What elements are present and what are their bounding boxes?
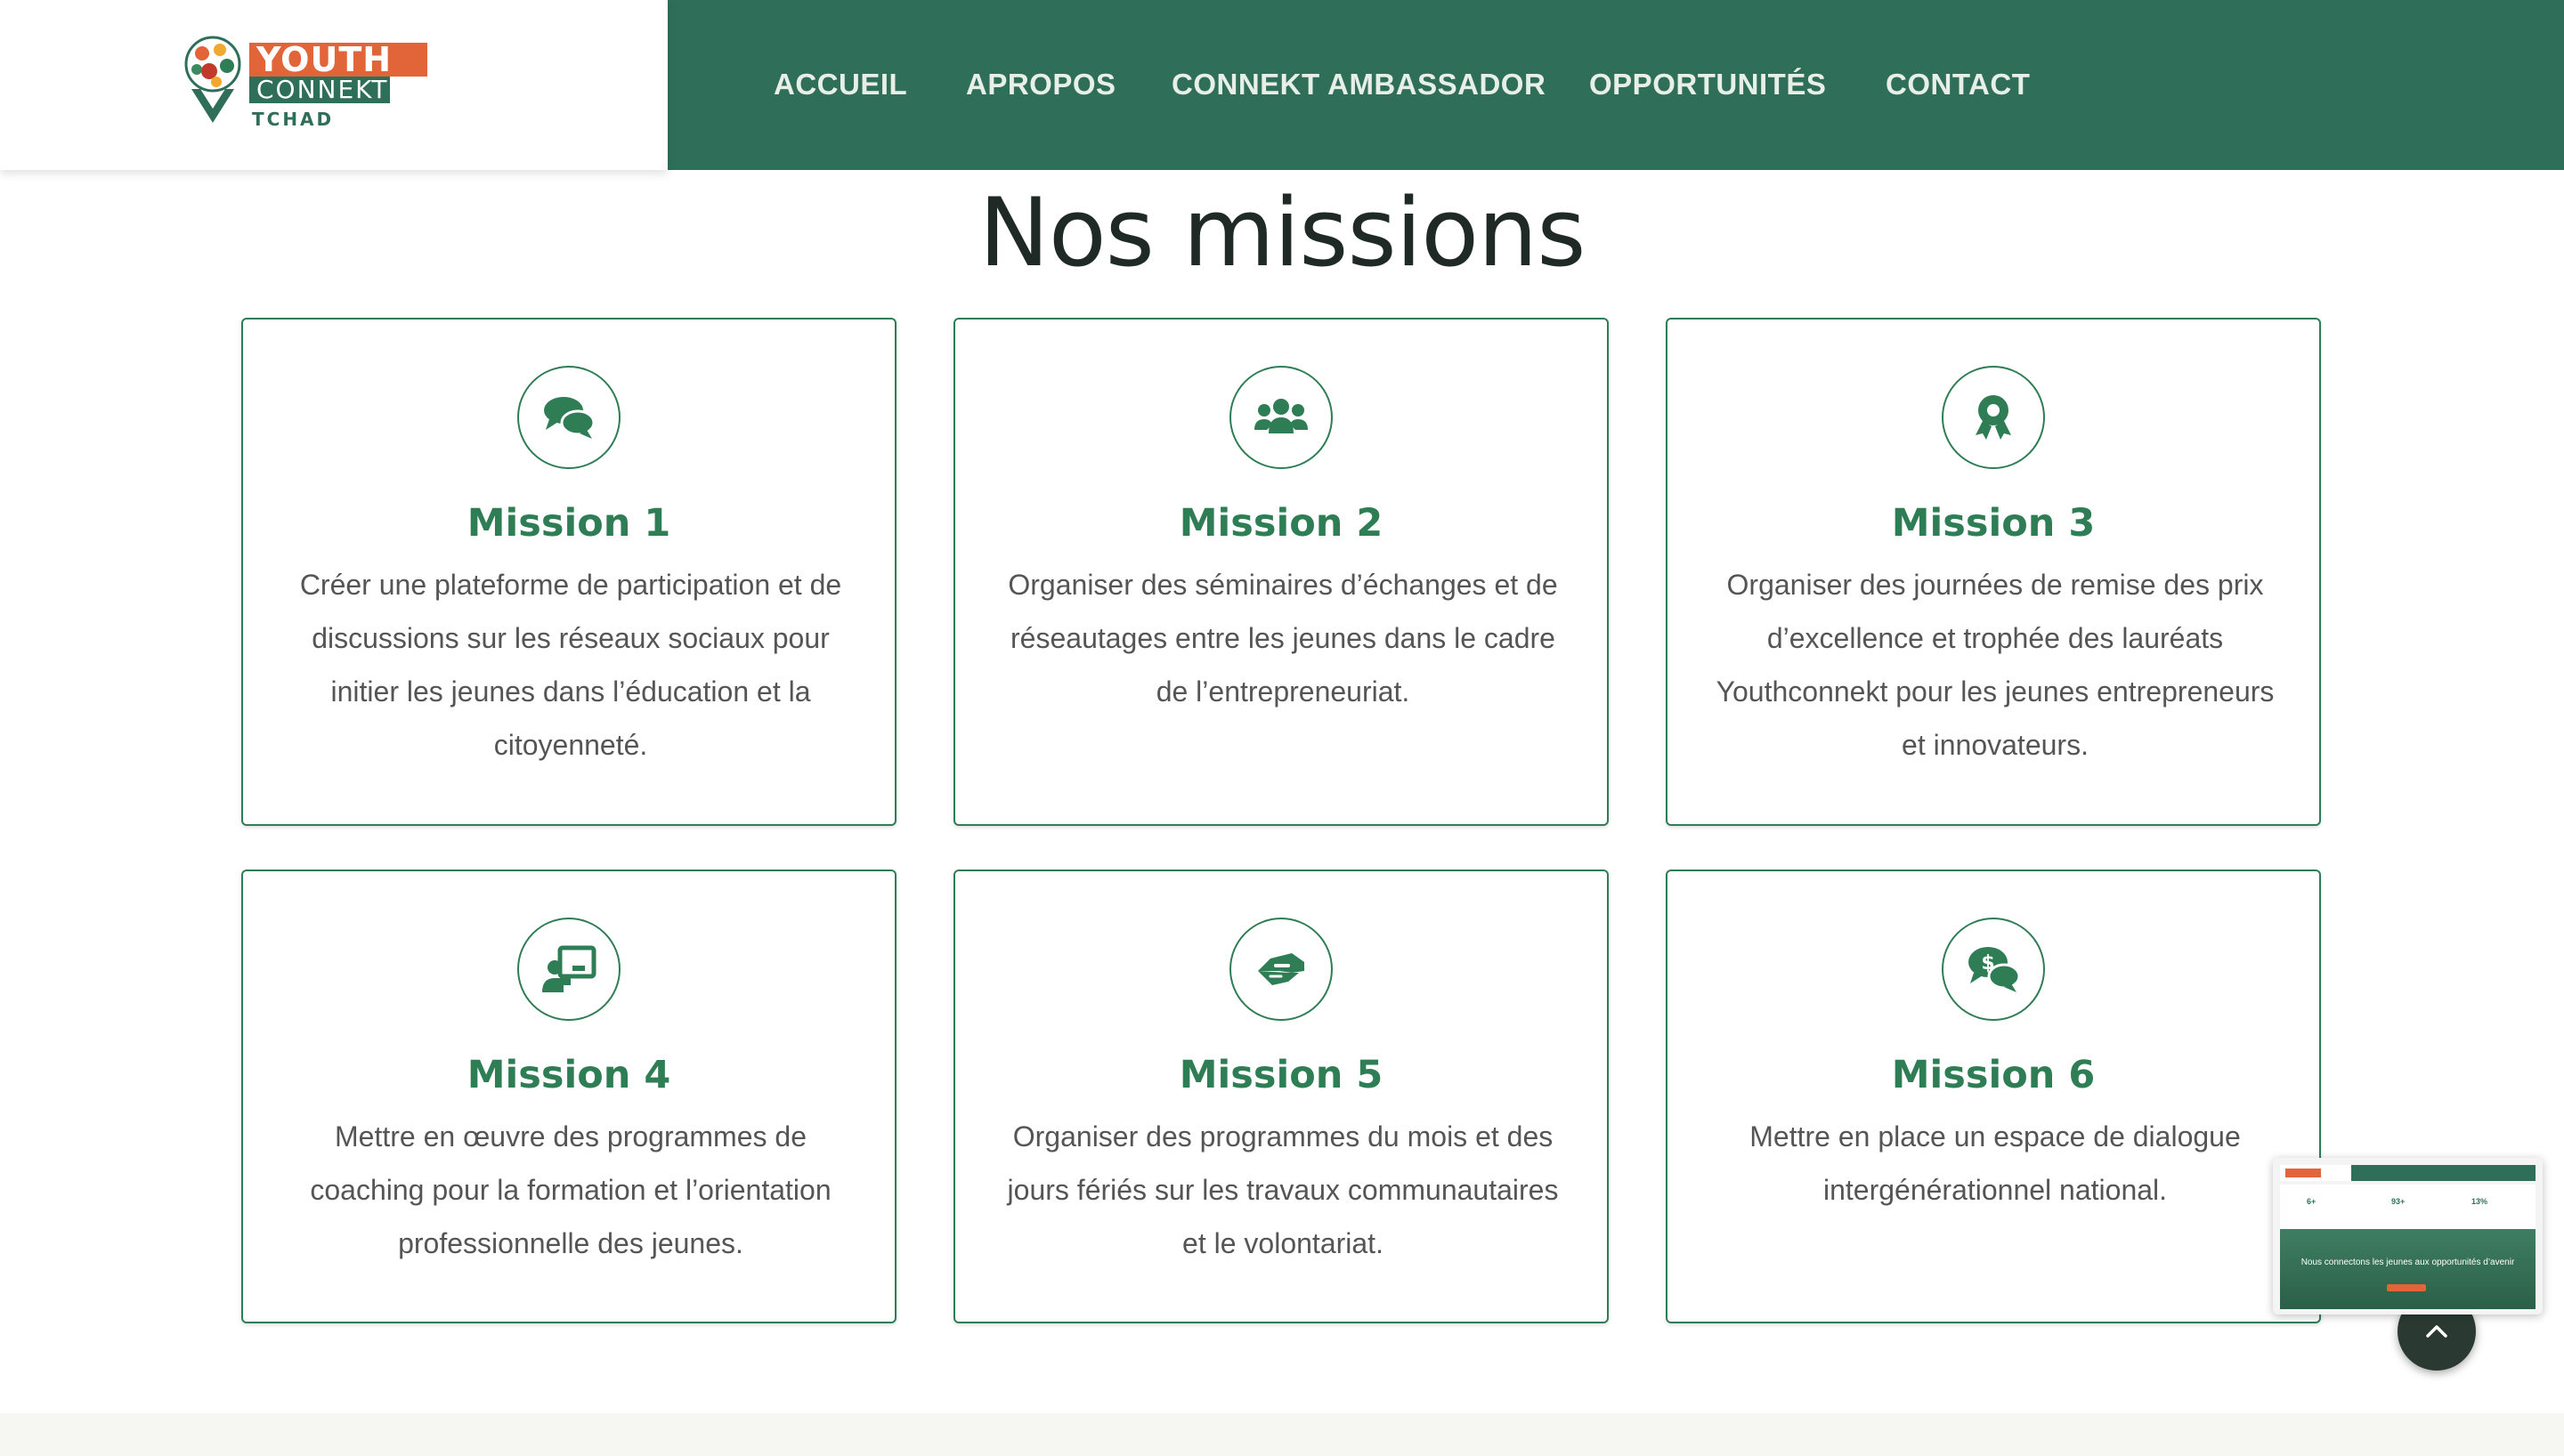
mission-title: Mission 2 (1179, 501, 1383, 546)
award-icon (1976, 395, 2011, 440)
svg-text:$: $ (1981, 952, 1994, 975)
site-header: YOUTH CONNEKT TCHAD ACCUEIL APROPOS CONN… (0, 0, 2564, 170)
nav-connekt-ambassador[interactable]: CONNEKT AMBASSADOR (1172, 68, 1546, 101)
preview-stat: 13% (2471, 1197, 2488, 1206)
section-title: Nos missions (978, 178, 1586, 287)
logo-connekt-text: CONNEKT (249, 77, 390, 103)
icon-circle: $ (1942, 918, 2045, 1021)
nav-contact[interactable]: CONTACT (1886, 68, 2030, 101)
icon-circle (517, 918, 621, 1021)
logo-tchad-text: TCHAD (252, 109, 335, 130)
nav-accueil[interactable]: ACCUEIL (774, 68, 907, 101)
mission-title: Mission 4 (467, 1053, 671, 1097)
logo-youth-text: YOUTH (249, 43, 427, 77)
mission-card: Mission 4 Mettre en œuvre des programmes… (241, 870, 897, 1323)
users-icon (1254, 399, 1308, 433)
main-nav: ACCUEIL APROPOS CONNEKT AMBASSADOR OPPOR… (668, 0, 2564, 170)
preview-stats: 6+ 93+ 13% (2280, 1185, 2536, 1229)
preview-hero-button (2387, 1284, 2426, 1291)
mission-card: Mission 5 Organiser des programmes du mo… (953, 870, 1609, 1323)
nav-opportunites[interactable]: OPPORTUNITÉS (1589, 68, 1826, 101)
icon-circle (1229, 918, 1333, 1021)
preview-nav (2351, 1165, 2536, 1181)
icon-circle (517, 366, 621, 469)
footer-strip (0, 1413, 2564, 1456)
preview-hero: Nous connectons les jeunes aux opportuni… (2280, 1229, 2536, 1309)
mission-description: Créer une plateforme de participation et… (299, 569, 842, 761)
handshake-icon (1258, 953, 1304, 985)
icon-circle (1942, 366, 2045, 469)
preview-hero-text: Nous connectons les jeunes aux opportuni… (2300, 1258, 2515, 1267)
mission-description: Organiser des programmes du mois et des … (1007, 1120, 1559, 1259)
page-preview-thumbnail[interactable]: 6+ 93+ 13% Nous connectons les jeunes au… (2273, 1158, 2543, 1314)
globe-pin-icon (184, 36, 241, 123)
preview-stat: 93+ (2391, 1197, 2406, 1206)
mission-card: $ Mission 6 Mettre en place un espace de… (1666, 870, 2321, 1323)
youth-connekt-logo[interactable]: YOUTH CONNEKT TCHAD (183, 34, 450, 141)
mission-card: Mission 3 Organiser des journées de remi… (1666, 318, 2321, 826)
mission-title: Mission 5 (1179, 1053, 1383, 1097)
logo-container: YOUTH CONNEKT TCHAD (0, 0, 668, 170)
chalkboard-teacher-icon (542, 945, 596, 992)
preview-logo (2285, 1169, 2321, 1177)
nav-apropos[interactable]: APROPOS (966, 68, 1116, 101)
mission-description: Organiser des séminaires d’échanges et d… (1008, 569, 1558, 708)
comments-icon (544, 397, 596, 439)
comments-dollar-icon: $ (1968, 947, 2021, 992)
chevron-up-icon (2426, 1325, 2447, 1338)
mission-card: Mission 1 Créer une plateforme de partic… (241, 318, 897, 826)
preview-header (2280, 1165, 2536, 1181)
mission-title: Mission 1 (467, 501, 671, 546)
mission-description: Organiser des journées de remise des pri… (1716, 569, 2275, 761)
mission-description: Mettre en œuvre des programmes de coachi… (310, 1120, 832, 1259)
icon-circle (1229, 366, 1333, 469)
mission-description: Mettre en place un espace de dialogue in… (1749, 1120, 2241, 1206)
mission-card: Mission 2 Organiser des séminaires d’éch… (953, 318, 1609, 826)
preview-stat: 6+ (2307, 1197, 2317, 1206)
mission-title: Mission 6 (1891, 1053, 2096, 1097)
mission-title: Mission 3 (1891, 501, 2096, 546)
